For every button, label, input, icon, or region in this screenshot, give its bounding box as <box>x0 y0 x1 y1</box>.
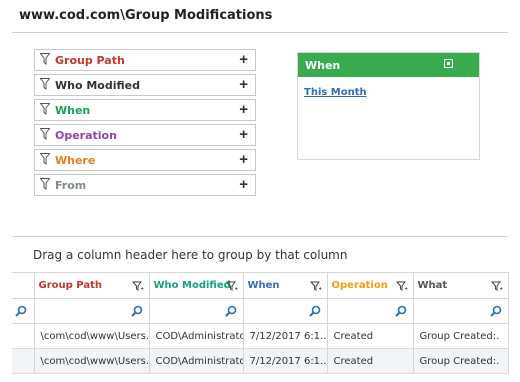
search-cell-when[interactable] <box>243 298 328 324</box>
filter-where[interactable]: Where + <box>34 149 256 171</box>
column-header-label: Group Path <box>38 280 102 291</box>
search-cell-operation[interactable] <box>327 298 414 324</box>
filter-list: Group Path + Who Modified + When + Opera… <box>34 49 256 199</box>
expand-plus-icon[interactable]: + <box>239 151 248 168</box>
column-filter-icon[interactable] <box>309 280 322 292</box>
filter-operation[interactable]: Operation + <box>34 124 256 146</box>
filter-icon <box>40 78 50 92</box>
cell-group-path: \com\cod\www\Users... <box>34 323 150 349</box>
group-by-drop-area[interactable]: Drag a column header here to group by th… <box>12 236 508 271</box>
cell-who-modified: COD\Administrator <box>149 323 244 349</box>
search-icon[interactable] <box>394 305 407 317</box>
results-table: Group Path Who Modified When Operation W… <box>12 272 509 374</box>
this-month-link[interactable]: This Month <box>304 87 367 98</box>
when-panel: When This Month <box>297 52 480 160</box>
search-icon[interactable] <box>489 305 502 317</box>
filter-icon <box>40 128 50 142</box>
filter-label: When <box>55 104 91 117</box>
page-title: www.cod.com\Group Modifications <box>19 8 273 23</box>
expand-plus-icon[interactable]: + <box>239 101 248 118</box>
search-icon[interactable] <box>224 305 237 317</box>
row-indicator-header <box>12 272 35 299</box>
column-filter-icon[interactable] <box>131 280 144 292</box>
filter-label: Where <box>55 154 96 167</box>
table-header-row: Group Path Who Modified When Operation W… <box>12 272 509 299</box>
filter-label: From <box>55 179 87 192</box>
cell-what: Group Created:. <box>413 348 509 374</box>
when-panel-header: When <box>298 53 479 77</box>
column-header-what[interactable]: What <box>413 272 509 299</box>
cell-when: 7/12/2017 6:1... <box>243 348 328 374</box>
cell-who-modified: COD\Administrator <box>149 348 244 374</box>
filter-when[interactable]: When + <box>34 99 256 121</box>
search-icon[interactable] <box>130 305 143 317</box>
filter-icon <box>40 153 50 167</box>
group-by-hint: Drag a column header here to group by th… <box>33 248 348 262</box>
search-cell-who-modified[interactable] <box>149 298 244 324</box>
search-icon[interactable] <box>15 305 27 317</box>
search-cell-group-path[interactable] <box>34 298 150 324</box>
filter-label: Who Modified <box>55 79 140 92</box>
column-header-label: Operation <box>331 280 388 291</box>
row-indicator <box>12 348 35 374</box>
column-filter-icon[interactable] <box>225 280 238 292</box>
filter-from[interactable]: From + <box>34 174 256 196</box>
filter-icon <box>40 53 50 67</box>
column-header-label: What <box>417 280 448 291</box>
table-row[interactable]: \com\cod\www\Users... COD\Administrator … <box>12 348 509 374</box>
column-header-label: When <box>247 280 280 291</box>
column-header-when[interactable]: When <box>243 272 328 299</box>
column-filter-icon[interactable] <box>490 280 503 292</box>
results-grid: Drag a column header here to group by th… <box>12 236 509 382</box>
expand-plus-icon[interactable]: + <box>239 51 248 68</box>
expand-plus-icon[interactable]: + <box>239 126 248 143</box>
cell-when: 7/12/2017 6:1... <box>243 323 328 349</box>
search-row-indicator <box>12 298 35 324</box>
search-cell-what[interactable] <box>413 298 509 324</box>
search-icon[interactable] <box>308 305 321 317</box>
column-header-label: Who Modified <box>153 280 231 291</box>
column-filter-icon[interactable] <box>395 280 408 292</box>
close-icon[interactable] <box>444 59 453 68</box>
expand-plus-icon[interactable]: + <box>239 176 248 193</box>
cell-operation: Created <box>327 348 414 374</box>
filter-icon <box>40 103 50 117</box>
filter-label: Operation <box>55 129 117 142</box>
column-header-operation[interactable]: Operation <box>327 272 414 299</box>
column-header-group-path[interactable]: Group Path <box>34 272 150 299</box>
column-header-who-modified[interactable]: Who Modified <box>149 272 244 299</box>
filter-label: Group Path <box>55 54 125 67</box>
table-row[interactable]: \com\cod\www\Users... COD\Administrator … <box>12 323 509 349</box>
row-indicator <box>12 323 35 349</box>
title-divider <box>12 32 508 33</box>
when-panel-title: When <box>305 59 341 72</box>
cell-what: Group Created:. <box>413 323 509 349</box>
filter-who-modified[interactable]: Who Modified + <box>34 74 256 96</box>
filter-group-path[interactable]: Group Path + <box>34 49 256 71</box>
cell-group-path: \com\cod\www\Users... <box>34 348 150 374</box>
filter-icon <box>40 178 50 192</box>
search-row <box>12 298 509 324</box>
cell-operation: Created <box>327 323 414 349</box>
expand-plus-icon[interactable]: + <box>239 76 248 93</box>
